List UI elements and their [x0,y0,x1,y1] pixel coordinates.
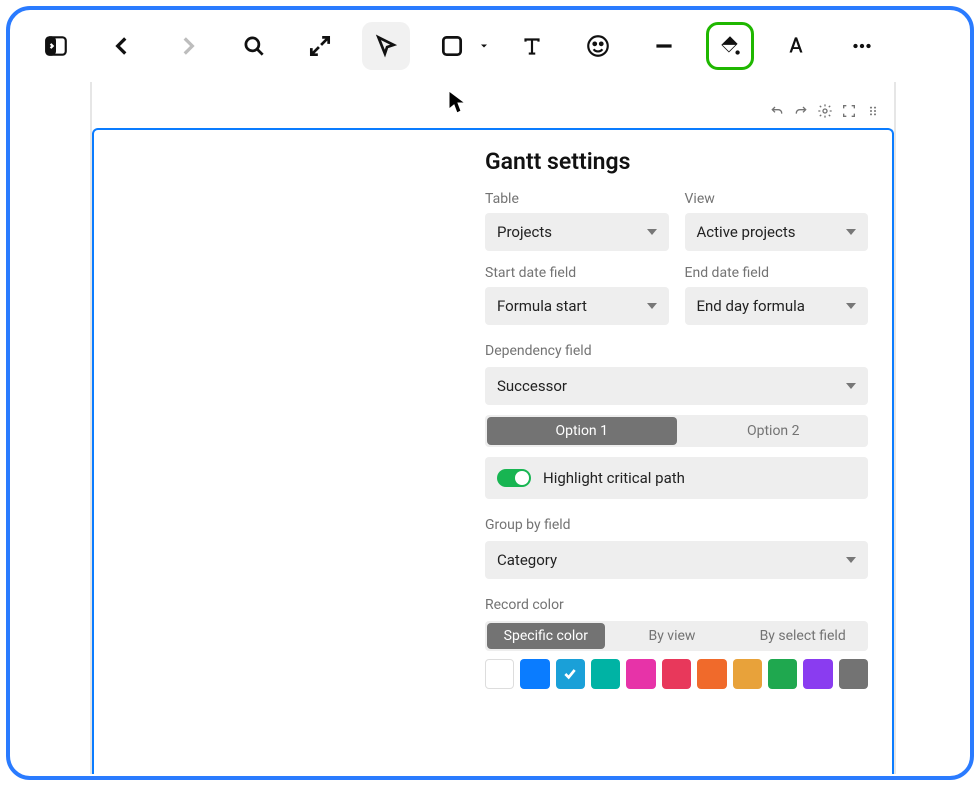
expand-icon[interactable] [296,22,344,70]
shape-tool-icon[interactable] [428,22,476,70]
highlight-critical-path-toggle[interactable] [497,469,531,487]
forward-icon[interactable] [164,22,212,70]
color-swatch[interactable] [626,659,655,689]
redo-icon[interactable] [792,102,810,120]
color-swatch[interactable] [556,659,585,689]
fill-tool-icon[interactable] [706,22,754,70]
dependency-select[interactable]: Successor [485,367,868,405]
highlight-critical-path-label: Highlight critical path [543,469,685,487]
color-swatch[interactable] [697,659,726,689]
specific-color-tab[interactable]: Specific color [487,623,605,649]
caret-down-icon [846,383,856,389]
table-select[interactable]: Projects [485,213,669,251]
caret-down-icon [846,229,856,235]
dependency-field-label: Dependency field [485,343,868,359]
color-swatch[interactable] [662,659,691,689]
gantt-settings-panel: Gantt settings Table Projects View Activ… [92,128,894,774]
start-date-field-label: Start date field [485,265,669,281]
canvas-region: Gantt settings Table Projects View Activ… [10,82,970,774]
cursor-tool-icon[interactable] [362,22,410,70]
color-swatch-row [485,659,868,689]
panel-toggle-icon[interactable] [32,22,80,70]
panel-title: Gantt settings [485,148,868,175]
end-date-select[interactable]: End day formula [685,287,869,325]
more-icon[interactable] [838,22,886,70]
back-icon[interactable] [98,22,146,70]
option-1-button[interactable]: Option 1 [487,417,677,445]
settings-icon[interactable] [816,102,834,120]
record-color-label: Record color [485,597,868,613]
block-mini-toolbar [768,102,882,120]
end-date-field-label: End date field [685,265,869,281]
highlight-critical-path-row: Highlight critical path [485,457,868,499]
color-swatch[interactable] [803,659,832,689]
text-style-icon[interactable] [772,22,820,70]
text-tool-icon[interactable] [508,22,556,70]
color-swatch[interactable] [520,659,549,689]
dependency-option-segment: Option 1 Option 2 [485,415,868,447]
top-toolbar [10,10,970,82]
color-swatch[interactable] [768,659,797,689]
view-field-label: View [685,191,869,207]
color-swatch[interactable] [733,659,762,689]
view-select[interactable]: Active projects [685,213,869,251]
start-date-select-value: Formula start [497,297,587,315]
option-2-button[interactable]: Option 2 [679,415,869,447]
dependency-select-value: Successor [497,377,567,395]
search-icon[interactable] [230,22,278,70]
color-swatch[interactable] [839,659,868,689]
table-field-label: Table [485,191,669,207]
focus-icon[interactable] [840,102,858,120]
end-date-select-value: End day formula [697,297,805,315]
record-color-mode-segment: Specific color By view By select field [485,621,868,651]
line-tool-icon[interactable] [640,22,688,70]
caret-down-icon [846,557,856,563]
group-by-select-value: Category [497,551,557,569]
canvas-right-guide [894,82,896,774]
caret-down-icon [647,229,657,235]
drag-handle-icon[interactable] [864,102,882,120]
shape-dropdown-caret-icon[interactable] [478,37,490,56]
view-select-value: Active projects [697,223,796,241]
table-select-value: Projects [497,223,552,241]
undo-icon[interactable] [768,102,786,120]
color-swatch[interactable] [591,659,620,689]
group-by-select[interactable]: Category [485,541,868,579]
caret-down-icon [846,303,856,309]
group-by-field-label: Group by field [485,517,868,533]
color-swatch[interactable] [485,659,514,689]
start-date-select[interactable]: Formula start [485,287,669,325]
by-view-tab[interactable]: By view [607,621,738,651]
emoji-tool-icon[interactable] [574,22,622,70]
shape-tool-group[interactable] [428,22,490,70]
by-select-field-tab[interactable]: By select field [737,621,868,651]
caret-down-icon [647,303,657,309]
